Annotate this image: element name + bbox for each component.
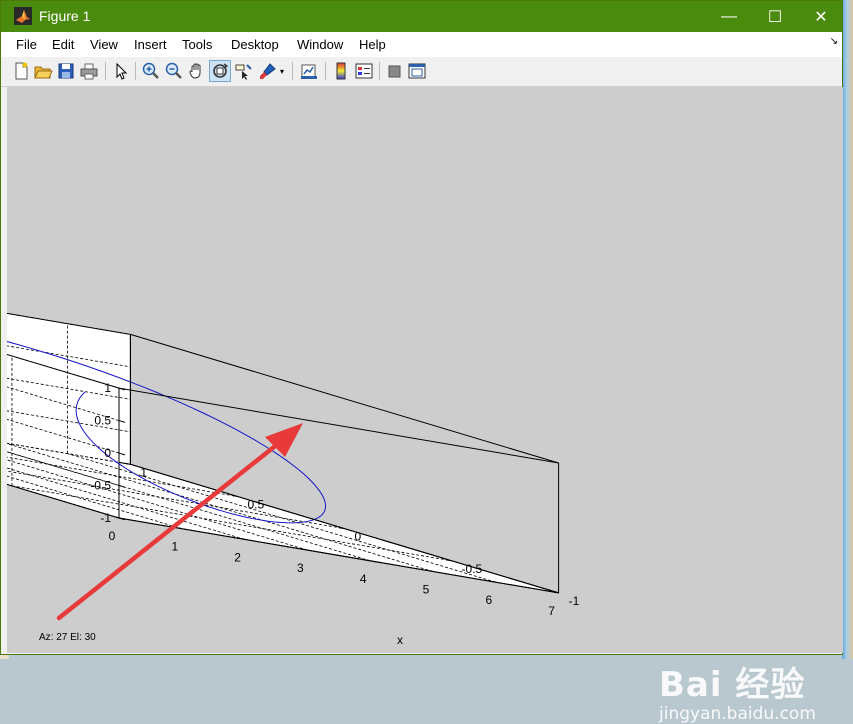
matlab-icon — [14, 7, 32, 25]
rotate-3d-icon[interactable] — [209, 60, 231, 82]
z-tick-label: 0 — [104, 446, 111, 460]
maximize-button[interactable]: ☐ — [752, 1, 798, 32]
brush-icon[interactable] — [258, 61, 278, 81]
figure-canvas[interactable]: -1 -0.5 0 0.5 1 0 1 2 3 4 5 6 7 -1 -0.5 0 0.5 1 x Az: 27 … — [7, 87, 843, 724]
y-tick-label: 0 — [355, 530, 362, 544]
box-edge-top-right — [130, 333, 559, 464]
dock-arrow-icon[interactable]: ↘ — [830, 36, 838, 47]
menu-edit[interactable]: Edit — [52, 37, 74, 52]
link-plot-icon[interactable] — [299, 61, 319, 81]
colorbar-icon[interactable] — [331, 61, 351, 81]
view-angle-status: Az: 27 El: 30 — [39, 632, 96, 643]
toolbar-separator — [379, 62, 380, 80]
x-tick-label: 2 — [234, 550, 241, 564]
watermark-brand: Bai 经验 — [659, 665, 806, 705]
pointer-icon[interactable] — [111, 61, 131, 81]
new-figure-icon[interactable] — [11, 61, 31, 81]
z-tick-label: -1 — [100, 511, 111, 525]
zoom-in-icon[interactable] — [141, 61, 161, 81]
baidu-watermark: Bai 经验 jingyan.baidu.com — [659, 657, 816, 724]
menu-window[interactable]: Window — [297, 37, 343, 52]
desktop-background-right — [842, 0, 853, 659]
close-button[interactable]: ✕ — [798, 1, 844, 32]
axes-3d[interactable]: -1 -0.5 0 0.5 1 0 1 2 3 4 5 6 7 -1 -0.5 0 0.5 1 x — [7, 87, 843, 653]
title-bar[interactable]: Figure 1 — ☐ ✕ — [1, 1, 842, 32]
window-title: Figure 1 — [39, 8, 91, 24]
brush-dropdown-icon[interactable]: ▾ — [280, 67, 284, 76]
y-tick-label: -1 — [569, 594, 580, 608]
menu-bar: File Edit View Insert Tools Desktop Wind… — [1, 32, 842, 57]
show-plot-tools-icon[interactable] — [407, 61, 427, 81]
toolbar-separator — [105, 62, 106, 80]
close-icon: ✕ — [814, 8, 828, 26]
y-tick-label: -0.5 — [462, 562, 483, 576]
figure-window: Figure 1 — ☐ ✕ File Edit View Insert Too… — [0, 0, 843, 724]
save-icon[interactable] — [56, 61, 76, 81]
box-edge-top-front — [118, 387, 559, 464]
menu-tools[interactable]: Tools — [182, 37, 212, 52]
menu-desktop[interactable]: Desktop — [231, 37, 279, 52]
hide-plot-tools-icon[interactable] — [385, 61, 405, 81]
x-tick-label: 7 — [548, 604, 555, 618]
toolbar-separator — [292, 62, 293, 80]
pan-hand-icon[interactable] — [187, 61, 207, 81]
menu-help[interactable]: Help — [359, 37, 386, 52]
z-tick-label: 0.5 — [94, 414, 111, 428]
x-tick-label: 5 — [423, 583, 430, 597]
menu-insert[interactable]: Insert — [134, 37, 167, 52]
menu-view[interactable]: View — [90, 37, 118, 52]
print-icon[interactable] — [79, 61, 99, 81]
data-cursor-icon[interactable] — [233, 61, 253, 81]
legend-icon[interactable] — [354, 61, 374, 81]
axes-back-panels — [7, 312, 559, 594]
z-tick-label: 1 — [104, 381, 111, 395]
minimize-button[interactable]: — — [706, 1, 752, 32]
menu-file[interactable]: File — [16, 37, 37, 52]
x-tick-label: 0 — [109, 529, 116, 543]
x-tick-label: 6 — [485, 593, 492, 607]
x-axis-label: x — [397, 633, 403, 647]
toolbar: ▾ — [1, 57, 842, 87]
y-tick-label: 1 — [140, 465, 147, 479]
z-tick-label: -0.5 — [90, 479, 111, 493]
watermark-site: jingyan.baidu.com — [659, 704, 816, 724]
x-tick-label: 1 — [171, 540, 178, 554]
maximize-icon: ☐ — [767, 8, 783, 26]
x-tick-label: 4 — [360, 572, 367, 586]
toolbar-separator — [325, 62, 326, 80]
zoom-out-icon[interactable] — [164, 61, 184, 81]
minimize-icon: — — [721, 7, 737, 25]
y-tick-label: 0.5 — [247, 497, 264, 511]
open-file-icon[interactable] — [33, 61, 53, 81]
x-tick-label: 3 — [297, 561, 304, 575]
toolbar-separator — [135, 62, 136, 80]
